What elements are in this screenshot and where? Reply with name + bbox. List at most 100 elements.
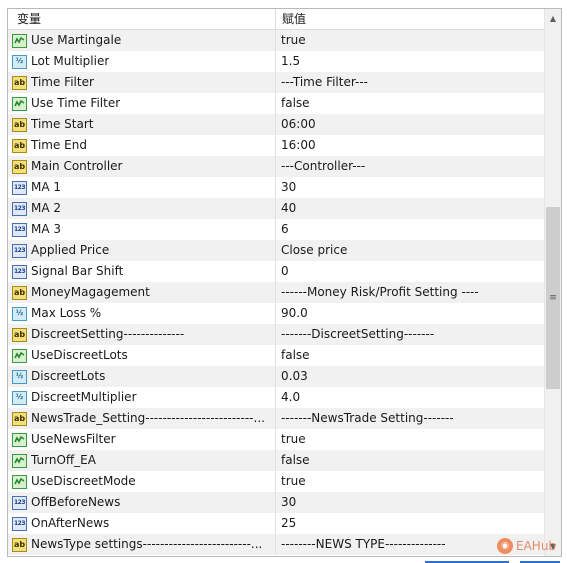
table-row[interactable]: ab MoneyMagagement ------Money Risk/Profit… [8, 282, 544, 303]
column-header-variable[interactable]: 变量 [8, 9, 276, 29]
watermark-logo-icon: ◉ [497, 538, 513, 554]
bool-icon [12, 432, 27, 447]
value-cell[interactable]: ------Money Risk/Profit Setting ---- [276, 282, 544, 303]
watermark: ◉ EAHub [497, 538, 556, 554]
table-body: Use Martingale true ½ Lot Multiplier 1.5 ab Ti… [8, 30, 544, 555]
value-cell[interactable]: 0 [276, 261, 544, 282]
value-cell[interactable]: false [276, 450, 544, 471]
variable-cell: TurnOff_EA [8, 450, 276, 471]
parameters-table: 变量 赋值 Use Martingale true ½ Lot Multiplier 1… [8, 9, 544, 556]
value-cell[interactable]: 90.0 [276, 303, 544, 324]
variable-cell: ab NewsTrade_Setting---------------------… [8, 408, 276, 429]
table-row[interactable]: 123 Signal Bar Shift 0 [8, 261, 544, 282]
value-cell[interactable]: Close price [276, 240, 544, 261]
value-cell[interactable]: 16:00 [276, 135, 544, 156]
type-glyph: ab [13, 413, 26, 423]
double-icon: ½ [12, 306, 27, 321]
table-row[interactable]: UseDiscreetMode true [8, 471, 544, 492]
scrollbar-thumb[interactable]: ≡ [546, 207, 560, 389]
type-glyph: ab [13, 329, 26, 339]
variable-cell: UseNewsFilter [8, 429, 276, 450]
value-cell[interactable]: 0.03 [276, 366, 544, 387]
variable-cell: ab Time Start [8, 114, 276, 135]
table-row[interactable]: 123 OnAfterNews 25 [8, 513, 544, 534]
integer-icon: 123 [12, 264, 27, 279]
table-row[interactable]: ab DiscreetSetting-------------- -------Di… [8, 324, 544, 345]
table-row[interactable]: Use Time Filter false [8, 93, 544, 114]
bool-icon [12, 33, 27, 48]
variable-name: DiscreetLots [31, 369, 106, 383]
type-glyph: 123 [13, 225, 26, 233]
value-cell[interactable]: 30 [276, 177, 544, 198]
variable-name: Lot Multiplier [31, 54, 110, 68]
table-row[interactable]: ½ Lot Multiplier 1.5 [8, 51, 544, 72]
string-icon: ab [12, 411, 27, 426]
integer-icon: 123 [12, 201, 27, 216]
value-cell[interactable]: 25 [276, 513, 544, 534]
value-cell[interactable]: 40 [276, 198, 544, 219]
variable-cell: ½ Lot Multiplier [8, 51, 276, 72]
value-cell[interactable]: 06:00 [276, 114, 544, 135]
variable-cell: UseDiscreetMode [8, 471, 276, 492]
table-row[interactable]: 123 MA 1 30 [8, 177, 544, 198]
variable-name: MA 2 [31, 201, 62, 215]
value-cell[interactable]: -------NewsTrade Setting------- [276, 408, 544, 429]
string-icon: ab [12, 327, 27, 342]
table-row[interactable]: ab Main Controller ---Controller--- [8, 156, 544, 177]
table-row[interactable]: 123 Applied Price Close price [8, 240, 544, 261]
value-cell[interactable]: -------DiscreetSetting------- [276, 324, 544, 345]
value-cell[interactable]: true [276, 429, 544, 450]
vertical-scrollbar[interactable]: ▲ ≡ ▼ [544, 9, 561, 556]
variable-name: Signal Bar Shift [31, 264, 124, 278]
value-cell[interactable]: 6 [276, 219, 544, 240]
value-cell[interactable]: ---Controller--- [276, 156, 544, 177]
variable-name: Use Time Filter [31, 96, 121, 110]
type-glyph: ab [13, 77, 26, 87]
table-row[interactable]: UseNewsFilter true [8, 429, 544, 450]
integer-icon: 123 [12, 222, 27, 237]
variable-name: Use Martingale [31, 33, 122, 47]
value-cell[interactable]: ---Time Filter--- [276, 72, 544, 93]
type-glyph: 123 [13, 204, 26, 212]
value-cell[interactable]: true [276, 471, 544, 492]
variable-name: UseDiscreetMode [31, 474, 136, 488]
value-cell[interactable]: false [276, 93, 544, 114]
variable-cell: 123 OffBeforeNews [8, 492, 276, 513]
table-row[interactable]: TurnOff_EA false [8, 450, 544, 471]
table-row[interactable]: 123 MA 3 6 [8, 219, 544, 240]
double-icon: ½ [12, 390, 27, 405]
table-row[interactable]: ab NewsTrade_Setting---------------------… [8, 408, 544, 429]
variable-name: NewsType settings-----------------------… [31, 537, 263, 551]
variable-cell: 123 MA 2 [8, 198, 276, 219]
variable-name: UseDiscreetLots [31, 348, 128, 362]
value-cell[interactable]: 1.5 [276, 51, 544, 72]
variable-cell: Use Time Filter [8, 93, 276, 114]
variable-cell: ½ DiscreetLots [8, 366, 276, 387]
table-row[interactable]: ab Time End 16:00 [8, 135, 544, 156]
type-glyph: 123 [13, 519, 26, 527]
integer-icon: 123 [12, 516, 27, 531]
table-row[interactable]: ab NewsType settings---------------------… [8, 534, 544, 555]
table-row[interactable]: ab Time Filter ---Time Filter--- [8, 72, 544, 93]
double-icon: ½ [12, 54, 27, 69]
table-row[interactable]: ½ Max Loss % 90.0 [8, 303, 544, 324]
type-glyph: ab [13, 161, 26, 171]
table-row[interactable]: ½ DiscreetLots 0.03 [8, 366, 544, 387]
table-row[interactable]: 123 OffBeforeNews 30 [8, 492, 544, 513]
integer-icon: 123 [12, 180, 27, 195]
variable-name: Time End [31, 138, 87, 152]
column-header-value[interactable]: 赋值 [276, 9, 544, 29]
table-row[interactable]: UseDiscreetLots false [8, 345, 544, 366]
string-icon: ab [12, 138, 27, 153]
type-glyph: ab [13, 119, 26, 129]
value-cell[interactable]: false [276, 345, 544, 366]
value-cell[interactable]: true [276, 30, 544, 51]
value-cell[interactable]: 4.0 [276, 387, 544, 408]
table-row[interactable]: 123 MA 2 40 [8, 198, 544, 219]
scroll-up-button[interactable]: ▲ [545, 10, 561, 27]
table-row[interactable]: ½ DiscreetMultiplier 4.0 [8, 387, 544, 408]
type-glyph: ab [13, 140, 26, 150]
table-row[interactable]: Use Martingale true [8, 30, 544, 51]
table-row[interactable]: ab Time Start 06:00 [8, 114, 544, 135]
value-cell[interactable]: 30 [276, 492, 544, 513]
